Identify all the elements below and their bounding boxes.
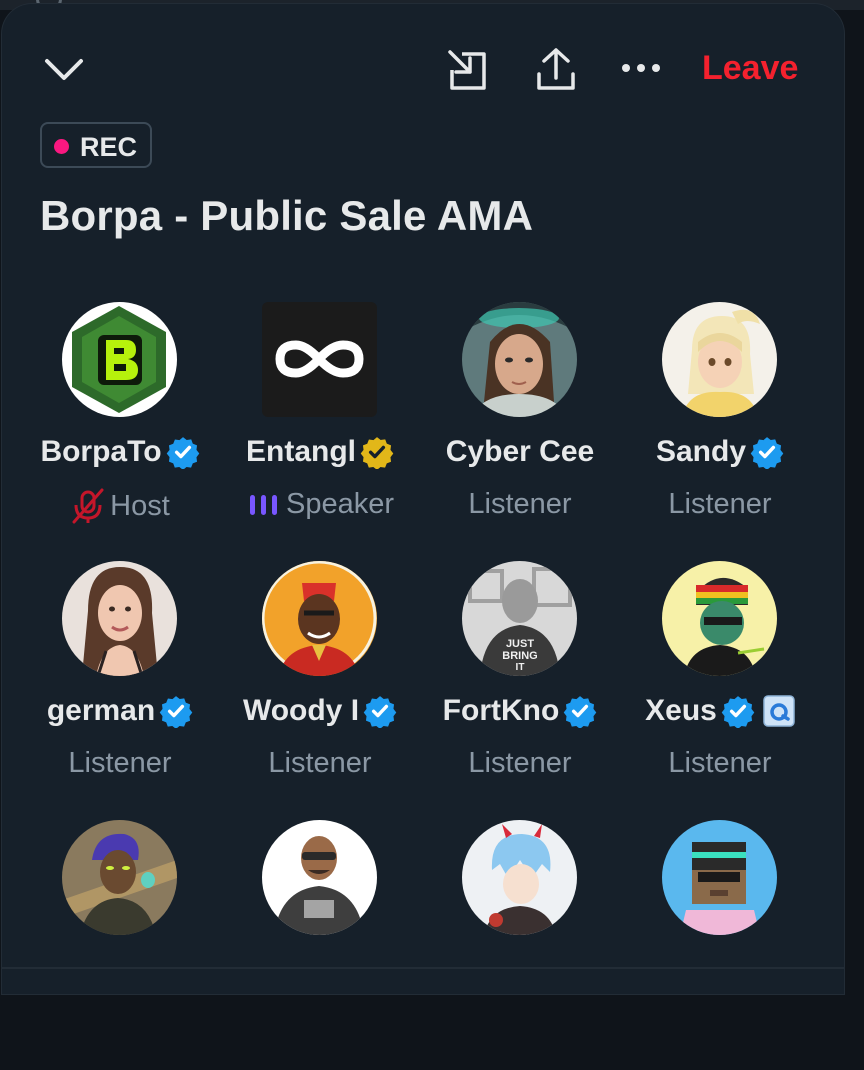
participant-name: Xeus bbox=[645, 694, 717, 727]
avatar bbox=[62, 561, 177, 676]
participant-role: Listener bbox=[68, 747, 172, 779]
verified-badge-icon bbox=[750, 437, 784, 469]
verified-badge-icon bbox=[363, 696, 397, 728]
participant-tile[interactable]: JUST BRING IT FortKno Listener bbox=[420, 561, 620, 811]
participant-tile[interactable]: Woody I Listener bbox=[220, 561, 420, 811]
avatar bbox=[662, 820, 777, 935]
participant-name: Entangl bbox=[246, 435, 356, 468]
participant-role: Listener bbox=[268, 747, 372, 779]
participant-tile[interactable]: Entangl Speaker bbox=[220, 302, 420, 552]
avatar bbox=[262, 820, 377, 935]
share-upload-icon[interactable] bbox=[534, 46, 578, 92]
more-horizontal-icon[interactable] bbox=[620, 60, 664, 76]
space-title: Borpa - Public Sale AMA bbox=[40, 192, 534, 239]
participant-tile[interactable]: Xeus Listener bbox=[620, 561, 820, 811]
avatar bbox=[62, 820, 177, 935]
avatar bbox=[662, 302, 777, 417]
participant-tile[interactable]: Cyber Cee Listener bbox=[420, 302, 620, 552]
shirt-text: JUST bbox=[506, 638, 534, 650]
participant-tile[interactable] bbox=[20, 820, 220, 1070]
affiliate-badge-icon bbox=[763, 695, 795, 727]
verified-badge-icon bbox=[159, 696, 193, 728]
participant-name: BorpaTo bbox=[40, 435, 162, 468]
participant-name: Woody I bbox=[242, 694, 360, 727]
participant-role: Listener bbox=[668, 747, 772, 779]
participant-tile[interactable] bbox=[220, 820, 420, 1070]
recording-dot-icon bbox=[54, 139, 69, 154]
rec-badge: REC bbox=[40, 122, 152, 168]
participant-tile[interactable]: german Listener bbox=[20, 561, 220, 811]
participant-role: Listener bbox=[468, 747, 572, 779]
verified-badge-icon bbox=[166, 437, 199, 469]
rec-label: REC bbox=[80, 132, 138, 162]
shirt-text: BRING bbox=[502, 650, 537, 662]
verified-badge-icon bbox=[721, 696, 755, 728]
verified-gold-badge-icon bbox=[360, 437, 394, 469]
space-panel: Leave REC Borpa - Public Sale AMA BorpaT… bbox=[2, 4, 844, 994]
participant-role: Listener bbox=[668, 488, 772, 520]
participant-name: Sandy bbox=[655, 435, 747, 468]
role-label: Host bbox=[110, 489, 170, 522]
participant-name: german bbox=[46, 694, 156, 727]
participant-tile[interactable] bbox=[620, 820, 820, 1070]
avatar bbox=[462, 302, 577, 417]
avatar bbox=[262, 561, 377, 676]
participant-tile[interactable]: Sandy Listener bbox=[620, 302, 820, 552]
avatar bbox=[662, 561, 777, 676]
minimize-window-icon[interactable] bbox=[446, 48, 490, 92]
leave-button[interactable]: Leave bbox=[702, 49, 798, 88]
mic-off-icon bbox=[72, 488, 104, 524]
shirt-text: IT bbox=[516, 662, 525, 673]
participant-role: Listener bbox=[468, 488, 572, 520]
participant-tile[interactable] bbox=[420, 820, 620, 1070]
avatar bbox=[462, 820, 577, 935]
participant-role: Speaker bbox=[220, 488, 420, 521]
avatar bbox=[262, 302, 377, 417]
participant-role: Host bbox=[20, 488, 220, 524]
avatar: JUST BRING IT bbox=[462, 561, 577, 676]
avatar bbox=[62, 302, 177, 417]
verified-badge-icon bbox=[564, 696, 597, 728]
participant-tile[interactable]: BorpaTo Host bbox=[20, 302, 220, 552]
participant-name: Cyber Cee bbox=[445, 435, 595, 468]
participant-name: FortKno bbox=[442, 694, 560, 727]
speaking-bars-icon bbox=[249, 494, 277, 515]
role-label: Speaker bbox=[285, 488, 394, 520]
panel-divider bbox=[2, 967, 844, 969]
chevron-down-icon[interactable] bbox=[44, 56, 84, 84]
